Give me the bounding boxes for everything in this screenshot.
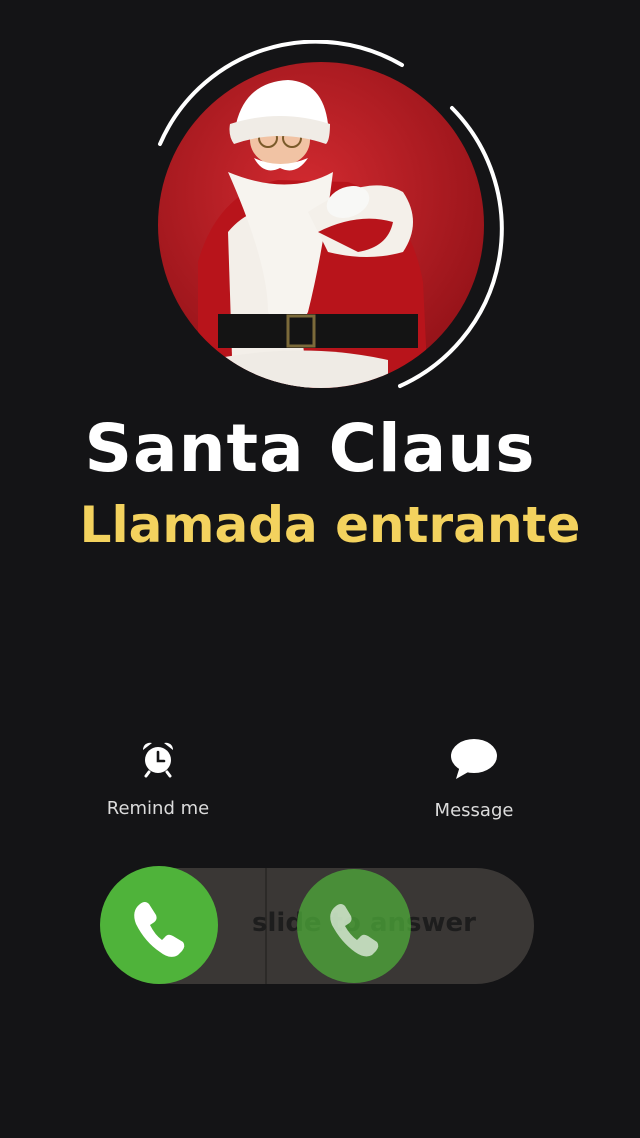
caller-name: Santa Claus	[84, 410, 536, 487]
remind-me-label: Remind me	[106, 798, 210, 819]
caller-avatar	[158, 62, 484, 388]
message-button[interactable]: Message	[384, 738, 564, 821]
remind-me-button[interactable]: Remind me	[68, 738, 248, 819]
call-status: Llamada entrante	[79, 496, 581, 554]
speech-bubble-icon	[451, 739, 497, 779]
message-label: Message	[434, 800, 514, 821]
incoming-call-screen: Santa Claus Llamada entrante Remind me M…	[0, 0, 640, 1138]
ghost-answer-knob	[297, 869, 411, 983]
alarm-clock-icon	[142, 742, 174, 778]
answer-call-button[interactable]	[100, 866, 218, 984]
phone-handset-icon	[134, 902, 185, 957]
phone-handset-icon	[330, 904, 379, 957]
